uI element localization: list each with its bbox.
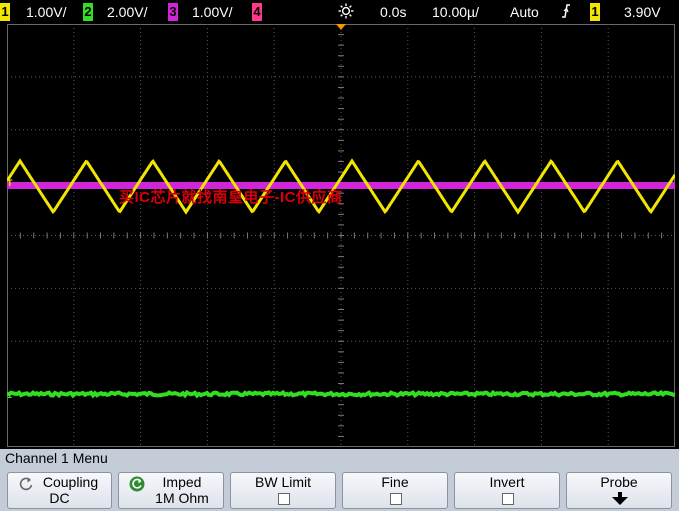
channel-1-ground-marker[interactable]: T [7,178,13,188]
channel-2-scale: 2.00V/ [107,4,148,20]
watermark-text: 买IC芯片就找南皇电子-IC供应商 [119,189,343,206]
down-arrow-icon [612,492,628,505]
probe-label: Probe [600,474,638,490]
graticule [7,24,675,447]
channel-3-indicator[interactable]: 3 [168,3,178,21]
softkey-menu: Channel 1 Menu Coupling DC Imped 1M Ohm … [0,449,679,511]
bw-limit-softkey[interactable]: BW Limit [230,472,336,509]
channel-2-ground-marker[interactable]: 1 [7,390,12,400]
invert-label: Invert [489,474,525,490]
bw-limit-label: BW Limit [255,474,311,490]
run-state-icon [338,3,354,21]
invert-softkey[interactable]: Invert [454,472,560,509]
channel-2-indicator[interactable]: 2 [83,3,93,21]
menu-title: Channel 1 Menu [5,450,108,466]
trigger-slope-icon [560,3,572,21]
fine-softkey[interactable]: Fine [342,472,448,509]
coupling-label: Coupling [42,474,99,490]
waveform-display[interactable]: T 1 买IC芯片就找南皇电子-IC供应商 [7,24,675,447]
impedance-softkey[interactable]: Imped 1M Ohm [118,472,224,509]
channel-4-indicator[interactable]: 4 [252,3,262,21]
trigger-mode: Auto [510,4,539,20]
impedance-label: Imped [162,474,202,490]
trigger-source-indicator: 1 [590,3,600,21]
time-per-division: 10.00µ/ [432,4,479,20]
channel-1-scale: 1.00V/ [26,4,67,20]
bw-limit-checkbox[interactable] [278,493,290,505]
channel-3-scale: 1.00V/ [192,4,233,20]
probe-softkey[interactable]: Probe [566,472,672,509]
trigger-level: 3.90V [624,4,661,20]
fine-label: Fine [381,474,409,490]
coupling-value: DC [49,490,70,506]
trigger-time-marker[interactable] [336,24,346,30]
coupling-softkey[interactable]: Coupling DC [7,472,112,509]
channel-2-trace [7,389,675,399]
invert-checkbox[interactable] [502,493,514,505]
fine-checkbox[interactable] [390,493,402,505]
horizontal-delay: 0.0s [380,4,407,20]
channel-1-indicator[interactable]: 1 [0,3,10,21]
impedance-value: 1M Ohm [155,490,209,506]
status-bar: 1 1.00V/ 2 2.00V/ 3 1.00V/ 4 0.0s 10.00µ… [0,0,679,24]
